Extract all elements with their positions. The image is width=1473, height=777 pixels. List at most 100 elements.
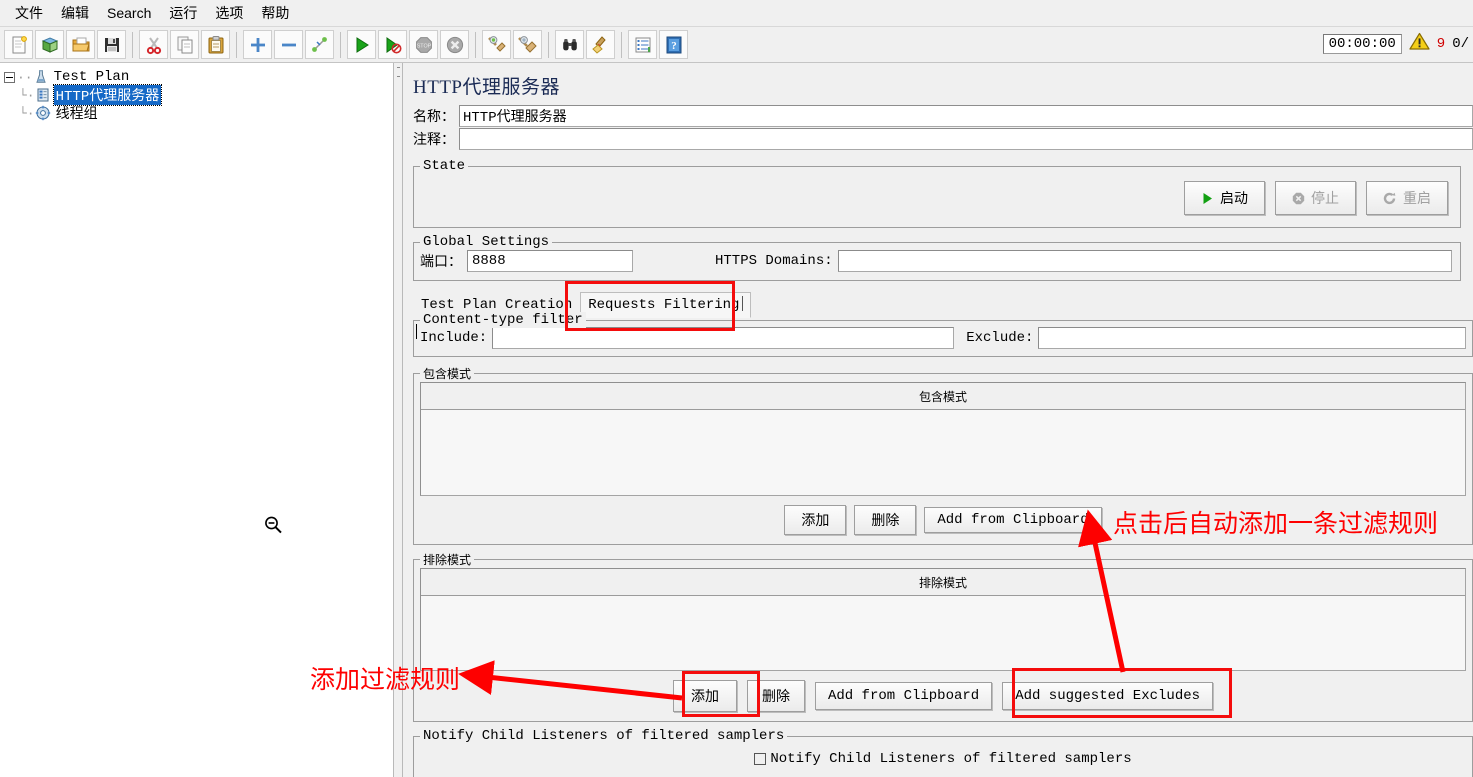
exclude-add-button[interactable]: 添加 [672, 680, 737, 712]
menu-options[interactable]: 选项 [206, 0, 252, 26]
restart-arrow-icon [1383, 192, 1396, 204]
elapsed-timer: 00:00:00 [1322, 34, 1402, 54]
include-patterns-rows[interactable] [421, 410, 1465, 495]
toolbar-separator [621, 31, 622, 58]
clear-icon[interactable] [482, 30, 511, 59]
toolbar-group-run: STOP [343, 30, 473, 59]
menu-bar: 文件 编辑 Search 运行 选项 帮助 [0, 0, 1473, 27]
comment-input[interactable] [459, 128, 1473, 150]
tree-node-http-proxy-server[interactable]: └· HTTP代理服务器 [4, 84, 393, 106]
global-settings-group: Global Settings 端口： 8888 HTTPS Domains: [413, 234, 1461, 281]
include-content-type-input[interactable] [492, 327, 955, 349]
toolbar: STOP ? 00:00:00 9 0/ [0, 27, 1473, 63]
thread-group-icon [35, 105, 50, 121]
menu-file[interactable]: 文件 [6, 0, 52, 26]
toolbar-group-file [0, 30, 130, 59]
content-type-filter-title: Content-type filter [420, 312, 586, 328]
search-reset-broom-icon[interactable] [586, 30, 615, 59]
comment-field-row: 注释： [413, 128, 1473, 150]
exclude-patterns-buttons: 添加 删除 Add from Clipboard Add suggested E… [414, 671, 1472, 721]
tab-requests-filtering-label: Requests Filtering [588, 297, 740, 313]
exclude-add-from-clipboard-button[interactable]: Add from Clipboard [814, 682, 993, 710]
include-add-from-clipboard-button[interactable]: Add from Clipboard [924, 507, 1102, 533]
search-binoculars-icon[interactable] [555, 30, 584, 59]
tree-node-thread-group[interactable]: └· 线程组 [4, 103, 393, 124]
toolbar-group-clear [478, 30, 546, 59]
new-file-icon[interactable] [4, 30, 33, 59]
comment-label: 注释： [413, 133, 455, 149]
toolbar-separator [236, 31, 237, 58]
help-book-icon[interactable]: ? [659, 30, 688, 59]
include-add-button[interactable]: 添加 [784, 505, 847, 535]
toolbar-status-cluster: 00:00:00 9 0/ [1322, 30, 1469, 58]
svg-text:?: ? [671, 40, 677, 52]
stop-octagon-icon [1292, 192, 1305, 204]
zoom-out-magnifier-cursor [263, 515, 285, 537]
https-domains-label: HTTPS Domains: [715, 253, 833, 269]
name-label: 名称： [413, 110, 455, 126]
function-helper-icon[interactable] [628, 30, 657, 59]
active-thread-count: 0/ [1452, 36, 1469, 52]
menu-help[interactable]: 帮助 [252, 0, 298, 26]
warning-triangle-icon[interactable] [1409, 32, 1430, 56]
include-patterns-title: 包含模式 [420, 365, 475, 382]
expand-all-icon[interactable] [243, 30, 272, 59]
name-input[interactable]: HTTP代理服务器 [459, 105, 1473, 127]
notify-child-listeners-checkbox[interactable] [754, 753, 767, 765]
menu-search[interactable]: Search [98, 2, 160, 24]
tree-node-test-plan[interactable]: ·· Test Plan [4, 68, 393, 86]
test-plan-tree[interactable]: ·· Test Plan └· HTTP代理服务器 └· 线程组 [0, 63, 393, 777]
exclude-add-suggested-excludes-button[interactable]: Add suggested Excludes [1002, 682, 1214, 710]
toolbar-group-help: ? [624, 30, 692, 59]
restart-proxy-button[interactable]: 重启 [1366, 181, 1448, 215]
toolbar-separator [132, 31, 133, 58]
menu-run[interactable]: 运行 [160, 0, 206, 26]
save-icon[interactable] [97, 30, 126, 59]
paste-icon[interactable] [201, 30, 230, 59]
stop-proxy-button[interactable]: 停止 [1275, 181, 1356, 215]
start-no-timers-icon[interactable] [378, 30, 407, 59]
toggle-icon[interactable] [305, 30, 334, 59]
restart-proxy-label: 重启 [1403, 190, 1431, 206]
stop-proxy-label: 停止 [1311, 190, 1339, 206]
jmeter-window: 文件 编辑 Search 运行 选项 帮助 STOP ? 00:00:00 9 … [0, 0, 1473, 777]
start-icon[interactable] [347, 30, 376, 59]
start-proxy-button[interactable]: 启动 [1184, 181, 1265, 215]
tree-expand-toggle[interactable] [4, 71, 15, 83]
shutdown-icon[interactable] [440, 30, 469, 59]
test-plan-icon [35, 70, 46, 83]
tab-requests-filtering[interactable]: Requests Filtering [580, 292, 752, 318]
port-input[interactable]: 8888 [467, 250, 633, 272]
state-group-title: State [420, 158, 469, 174]
tree-label-test-plan[interactable]: Test Plan [52, 69, 132, 85]
stop-icon[interactable]: STOP [409, 30, 438, 59]
toolbar-separator [340, 31, 341, 58]
copy-icon[interactable] [170, 30, 199, 59]
clear-all-icon[interactable] [513, 30, 542, 59]
exclude-patterns-title: 排除模式 [420, 551, 475, 568]
templates-icon[interactable] [35, 30, 64, 59]
toolbar-separator [475, 31, 476, 58]
open-folder-icon[interactable] [66, 30, 95, 59]
global-settings-group-title: Global Settings [420, 234, 553, 250]
include-patterns-group: 包含模式 包含模式 添加 删除 Add from Clipboard [413, 365, 1473, 545]
name-field-row: 名称： HTTP代理服务器 [413, 105, 1473, 127]
include-patterns-column-header: 包含模式 [421, 383, 1465, 410]
https-domains-input[interactable] [837, 250, 1452, 272]
exclude-content-type-input[interactable] [1038, 327, 1466, 349]
split-pane-divider[interactable] [393, 63, 403, 777]
exclude-patterns-rows[interactable] [421, 596, 1465, 670]
exclude-patterns-column-header: 排除模式 [421, 569, 1465, 596]
include-delete-button[interactable]: 删除 [854, 505, 917, 535]
play-triangle-icon [1203, 192, 1212, 204]
toolbar-group-clipboard [135, 30, 234, 59]
include-patterns-table[interactable]: 包含模式 [420, 382, 1466, 496]
tree-label-http-proxy-server[interactable]: HTTP代理服务器 [52, 84, 163, 106]
tree-label-thread-group[interactable]: 线程组 [54, 103, 100, 123]
cut-icon[interactable] [139, 30, 168, 59]
menu-edit[interactable]: 编辑 [52, 0, 98, 26]
page-title: HTTP代理服务器 [413, 77, 561, 98]
collapse-all-icon[interactable] [274, 30, 303, 59]
exclude-patterns-table[interactable]: 排除模式 [420, 568, 1466, 671]
exclude-delete-button[interactable]: 删除 [746, 680, 805, 712]
